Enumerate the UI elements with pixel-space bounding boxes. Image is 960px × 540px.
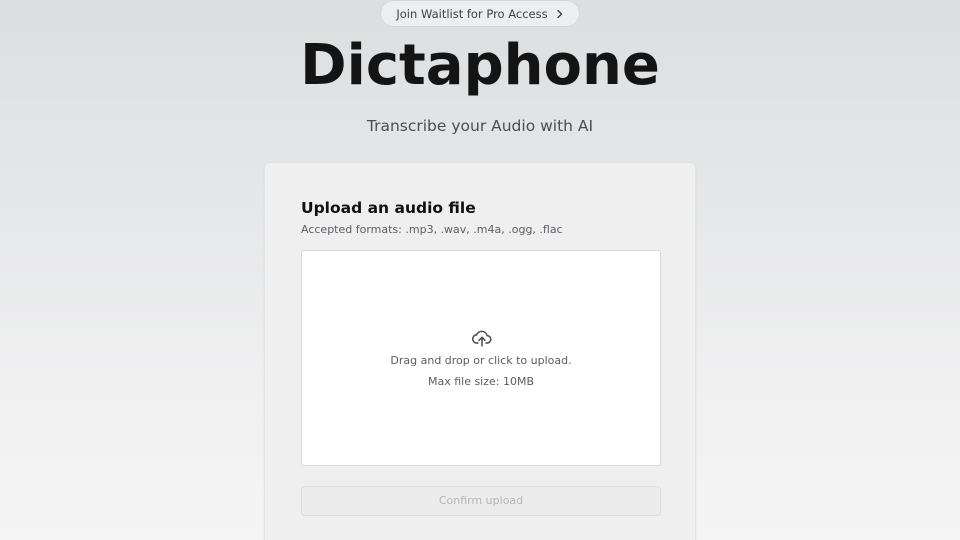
confirm-upload-button[interactable]: Confirm upload (301, 486, 661, 516)
upload-card: Upload an audio file Accepted formats: .… (264, 162, 696, 540)
cloud-upload-icon (471, 330, 492, 347)
page-subtitle: Transcribe your Audio with AI (366, 117, 594, 135)
dropzone-instruction: Drag and drop or click to upload. (390, 354, 572, 367)
join-waitlist-label: Join Waitlist for Pro Access (396, 6, 548, 21)
max-file-size-text: Max file size: 10MB (427, 375, 535, 388)
page-title: Dictaphone (300, 33, 660, 98)
accepted-formats-text: Accepted formats: .mp3, .wav, .m4a, .ogg… (301, 223, 563, 236)
upload-card-title: Upload an audio file (301, 199, 476, 217)
chevron-right-icon (556, 9, 562, 18)
file-dropzone[interactable]: Drag and drop or click to upload. Max fi… (301, 250, 661, 466)
join-waitlist-button[interactable]: Join Waitlist for Pro Access (380, 0, 580, 27)
